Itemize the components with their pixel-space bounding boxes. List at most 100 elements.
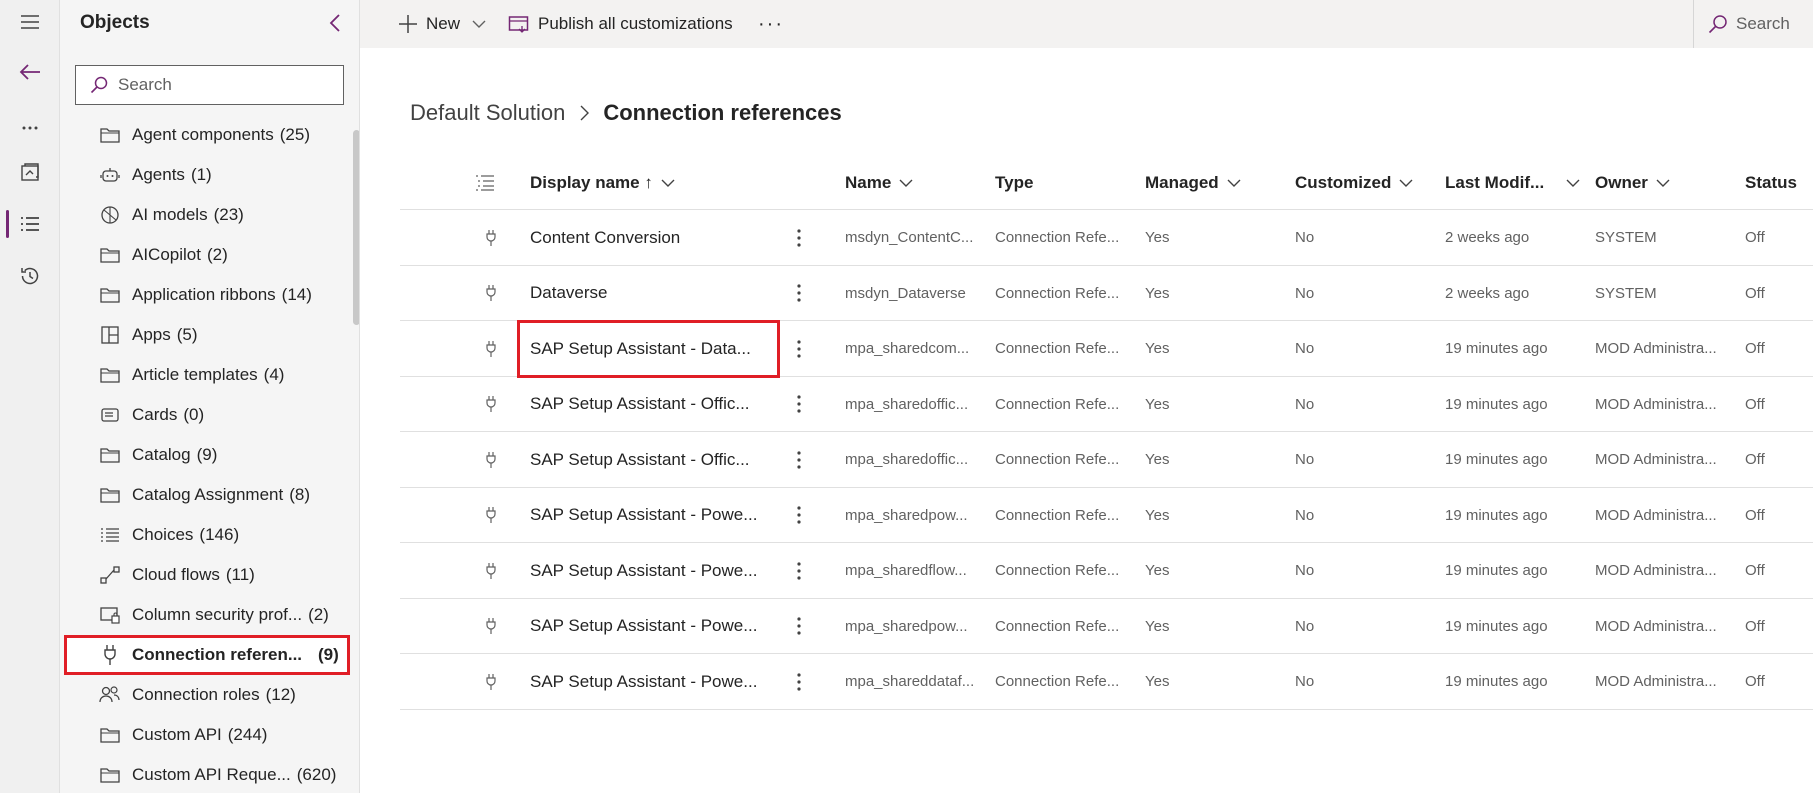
objects-list-icon[interactable] xyxy=(0,202,60,246)
cell-type: Connection Refe... xyxy=(995,617,1120,635)
objects-item-label: Agent components xyxy=(132,125,274,144)
table-row[interactable]: SAP Setup Assistant - Powe... mpa_sharedd… xyxy=(400,654,1813,710)
plug-icon xyxy=(485,543,497,598)
objects-item[interactable]: Custom API (244) xyxy=(60,715,355,755)
header-last-modified-label: Last Modif... xyxy=(1445,172,1545,192)
plug-icon xyxy=(485,321,497,376)
collapse-panel-button[interactable] xyxy=(322,10,348,36)
objects-item[interactable]: AI models (23) xyxy=(60,195,355,235)
header-last-modified[interactable]: Last Modif... xyxy=(1445,155,1580,210)
new-dropdown-button[interactable] xyxy=(472,0,486,48)
global-search-button[interactable]: Search xyxy=(1708,0,1790,48)
objects-item[interactable]: Connection referen... (9) xyxy=(64,635,350,675)
history-icon[interactable] xyxy=(0,254,60,298)
connection-references-grid: Display name ↑ Name Type Managed Customi… xyxy=(400,155,1813,710)
table-row[interactable]: Content Conversion msdyn_ContentC... Conne… xyxy=(400,210,1813,266)
cell-owner: SYSTEM xyxy=(1595,229,1657,246)
header-managed[interactable]: Managed xyxy=(1145,155,1241,210)
objects-item[interactable]: Column security prof... (2) xyxy=(60,595,355,635)
objects-item[interactable]: Cloud flows (11) xyxy=(60,555,355,595)
hamburger-menu-icon[interactable] xyxy=(0,0,60,44)
back-arrow-icon[interactable] xyxy=(0,50,60,94)
table-row[interactable]: SAP Setup Assistant - Powe... mpa_sharedp… xyxy=(400,488,1813,543)
cell-display-name[interactable]: Dataverse xyxy=(530,266,607,321)
cell-display-name[interactable]: SAP Setup Assistant - Powe... xyxy=(530,488,757,543)
plug-icon xyxy=(485,432,497,487)
objects-item[interactable]: Application ribbons (14) xyxy=(60,275,355,315)
row-more-actions-icon[interactable] xyxy=(787,432,811,487)
cell-owner: SYSTEM xyxy=(1595,284,1657,302)
objects-item[interactable]: Agents (1) xyxy=(60,155,355,195)
row-more-actions-icon[interactable] xyxy=(787,210,811,265)
cell-display-name[interactable]: SAP Setup Assistant - Powe... xyxy=(530,599,757,654)
more-dots-icon[interactable] xyxy=(0,106,60,150)
header-customized[interactable]: Customized xyxy=(1295,155,1413,210)
plug-icon xyxy=(485,266,497,321)
row-more-actions-icon[interactable] xyxy=(787,488,811,543)
row-more-actions-icon[interactable] xyxy=(787,599,811,654)
cell-status: Off xyxy=(1745,673,1765,690)
header-name[interactable]: Name xyxy=(845,155,913,210)
cell-status: Off xyxy=(1745,284,1765,302)
solution-icon[interactable] xyxy=(0,150,60,194)
breadcrumb-root[interactable]: Default Solution xyxy=(410,100,565,126)
header-display-name[interactable]: Display name ↑ xyxy=(530,155,675,210)
cell-display-name[interactable]: Content Conversion xyxy=(530,210,680,265)
new-button-label: New xyxy=(426,14,461,33)
column-options-icon[interactable] xyxy=(475,155,495,210)
objects-list: Agent components (25) Agents (1) AI models (2… xyxy=(60,115,355,793)
publish-all-label: Publish all customizations xyxy=(538,14,733,33)
folder-icon xyxy=(98,243,122,267)
objects-search-box[interactable] xyxy=(75,65,344,105)
header-owner[interactable]: Owner xyxy=(1595,155,1670,210)
cell-display-name[interactable]: SAP Setup Assistant - Offic... xyxy=(530,377,750,432)
header-status[interactable]: Status xyxy=(1745,155,1797,210)
row-more-actions-icon[interactable] xyxy=(787,321,811,376)
objects-item-count: (5) xyxy=(176,325,198,344)
objects-scrollbar[interactable] xyxy=(353,130,359,325)
table-row[interactable]: SAP Setup Assistant - Data... mpa_sharedc… xyxy=(400,320,1813,378)
chevron-down-icon xyxy=(661,179,675,187)
header-type[interactable]: Type xyxy=(995,155,1033,210)
folder-icon xyxy=(98,363,122,387)
table-row[interactable]: SAP Setup Assistant - Powe... mpa_sharedp… xyxy=(400,599,1813,654)
cell-display-name[interactable]: SAP Setup Assistant - Offic... xyxy=(530,432,750,487)
objects-item[interactable]: Article templates (4) xyxy=(60,355,355,395)
cell-display-name[interactable]: SAP Setup Assistant - Powe... xyxy=(530,543,757,598)
table-row[interactable]: SAP Setup Assistant - Offic... mpa_shared… xyxy=(400,377,1813,432)
objects-item-count: (0) xyxy=(183,405,205,424)
objects-item[interactable]: Apps (5) xyxy=(60,315,355,355)
cell-last-modified: 2 weeks ago xyxy=(1445,284,1530,302)
objects-item[interactable]: Cards (0) xyxy=(60,395,355,435)
row-more-actions-icon[interactable] xyxy=(787,654,811,709)
table-row[interactable]: SAP Setup Assistant - Offic... mpa_shared… xyxy=(400,432,1813,488)
objects-item[interactable]: AICopilot (2) xyxy=(60,235,355,275)
objects-item[interactable]: Catalog (9) xyxy=(60,435,355,475)
more-commands-button[interactable]: ··· xyxy=(758,0,784,48)
command-bar-divider xyxy=(1693,0,1694,48)
objects-item[interactable]: Connection roles (12) xyxy=(60,675,355,715)
cell-display-name[interactable]: SAP Setup Assistant - Powe... xyxy=(530,654,757,709)
cell-display-name[interactable]: SAP Setup Assistant - Data... xyxy=(517,320,780,378)
table-row[interactable]: SAP Setup Assistant - Powe... mpa_sharedf… xyxy=(400,543,1813,599)
cell-owner: MOD Administra... xyxy=(1595,340,1717,357)
objects-item-label: Choices xyxy=(132,525,194,544)
table-row[interactable]: Dataverse msdyn_Dataverse Connection Refe.… xyxy=(400,266,1813,321)
publish-all-button[interactable]: Publish all customizations xyxy=(508,0,733,48)
objects-item-count: (25) xyxy=(279,125,310,144)
cell-name: mpa_sharedoffic... xyxy=(845,451,969,468)
global-search-label: Search xyxy=(1736,14,1790,33)
objects-item-count: (2) xyxy=(308,605,329,624)
objects-item-count: (14) xyxy=(281,285,312,304)
header-name-label: Name xyxy=(845,172,892,192)
objects-item[interactable]: Catalog Assignment (8) xyxy=(60,475,355,515)
new-button[interactable]: New xyxy=(398,0,460,48)
objects-item[interactable]: Choices (146) xyxy=(60,515,355,555)
objects-item-label: Connection roles xyxy=(132,685,260,704)
objects-item[interactable]: Custom API Reque... (620) xyxy=(60,755,355,793)
row-more-actions-icon[interactable] xyxy=(787,543,811,598)
row-more-actions-icon[interactable] xyxy=(787,266,811,321)
objects-search-input[interactable] xyxy=(118,75,338,95)
objects-item[interactable]: Agent components (25) xyxy=(60,115,355,155)
row-more-actions-icon[interactable] xyxy=(787,377,811,432)
